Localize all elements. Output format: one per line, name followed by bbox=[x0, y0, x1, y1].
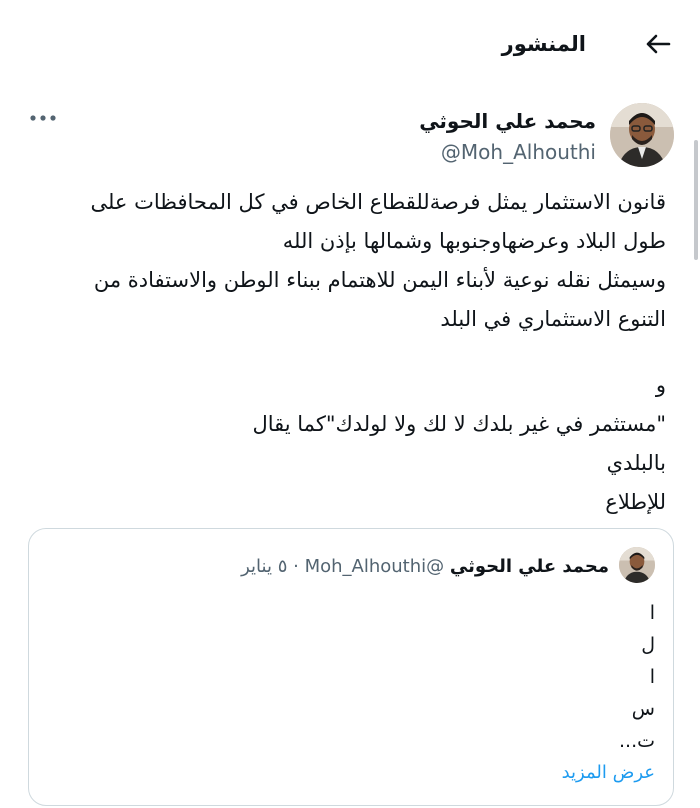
quoted-post-header: محمد علي الحوثي @Moh_Alhouthi · ٥ يناير bbox=[241, 555, 609, 579]
quoted-text-line: ا bbox=[649, 602, 655, 624]
quoted-text-line: س bbox=[631, 698, 655, 720]
quoted-author-name: محمد علي الحوثي bbox=[449, 556, 609, 577]
quoted-text-line: ا bbox=[649, 666, 655, 688]
post-text-line: "مستثمر في غير بلدك لا لك ولا لولدك"كما … bbox=[252, 412, 666, 436]
back-button[interactable] bbox=[642, 28, 674, 60]
quoted-post-date: ٥ يناير bbox=[241, 556, 288, 577]
show-more-link[interactable]: عرض المزيد bbox=[562, 761, 655, 785]
quoted-author-avatar[interactable] bbox=[619, 547, 655, 583]
quoted-separator: · bbox=[293, 556, 299, 577]
arrow-back-icon bbox=[646, 34, 671, 54]
author-avatar[interactable] bbox=[610, 103, 674, 167]
page-title: المنشور bbox=[501, 32, 586, 56]
top-bar: المنشور bbox=[0, 0, 700, 90]
author-handle[interactable]: @Moh_Alhouthi bbox=[441, 139, 596, 165]
scrollbar-thumb[interactable] bbox=[694, 140, 698, 260]
quoted-text-line: ل bbox=[641, 634, 655, 656]
post-text-line: وسيمثل نقله نوعية لأبناء اليمن للاهتمام … bbox=[93, 268, 666, 292]
post-text-line: طول البلاد وعرضهاوجنوبها وشمالها بإذن ال… bbox=[282, 229, 666, 253]
author-name[interactable]: محمد علي الحوثي bbox=[419, 108, 596, 134]
more-horizontal-icon bbox=[30, 115, 56, 121]
quoted-author-handle: @Moh_Alhouthi bbox=[304, 556, 445, 577]
quoted-post-text: ا ل ا س ت... bbox=[619, 597, 655, 757]
quoted-text-line: ت... bbox=[618, 730, 655, 752]
post-text-line: قانون الاستثمار يمثل فرصةللقطاع الخاص في… bbox=[90, 190, 666, 214]
quoted-post-card[interactable]: محمد علي الحوثي @Moh_Alhouthi · ٥ يناير … bbox=[28, 528, 674, 806]
avatar-image bbox=[619, 547, 655, 583]
avatar-image bbox=[610, 103, 674, 167]
post-text: قانون الاستثمار يمثل فرصةللقطاع الخاص في… bbox=[26, 183, 666, 522]
post-text-line: بالبلدي bbox=[606, 451, 666, 475]
post-text-line: للإطلاع bbox=[605, 490, 666, 514]
post-text-line: و bbox=[655, 373, 666, 397]
more-options-button[interactable] bbox=[28, 106, 58, 130]
post-text-line: التنوع الاستثماري في البلد bbox=[440, 307, 666, 331]
post-text-spacer bbox=[26, 339, 666, 366]
